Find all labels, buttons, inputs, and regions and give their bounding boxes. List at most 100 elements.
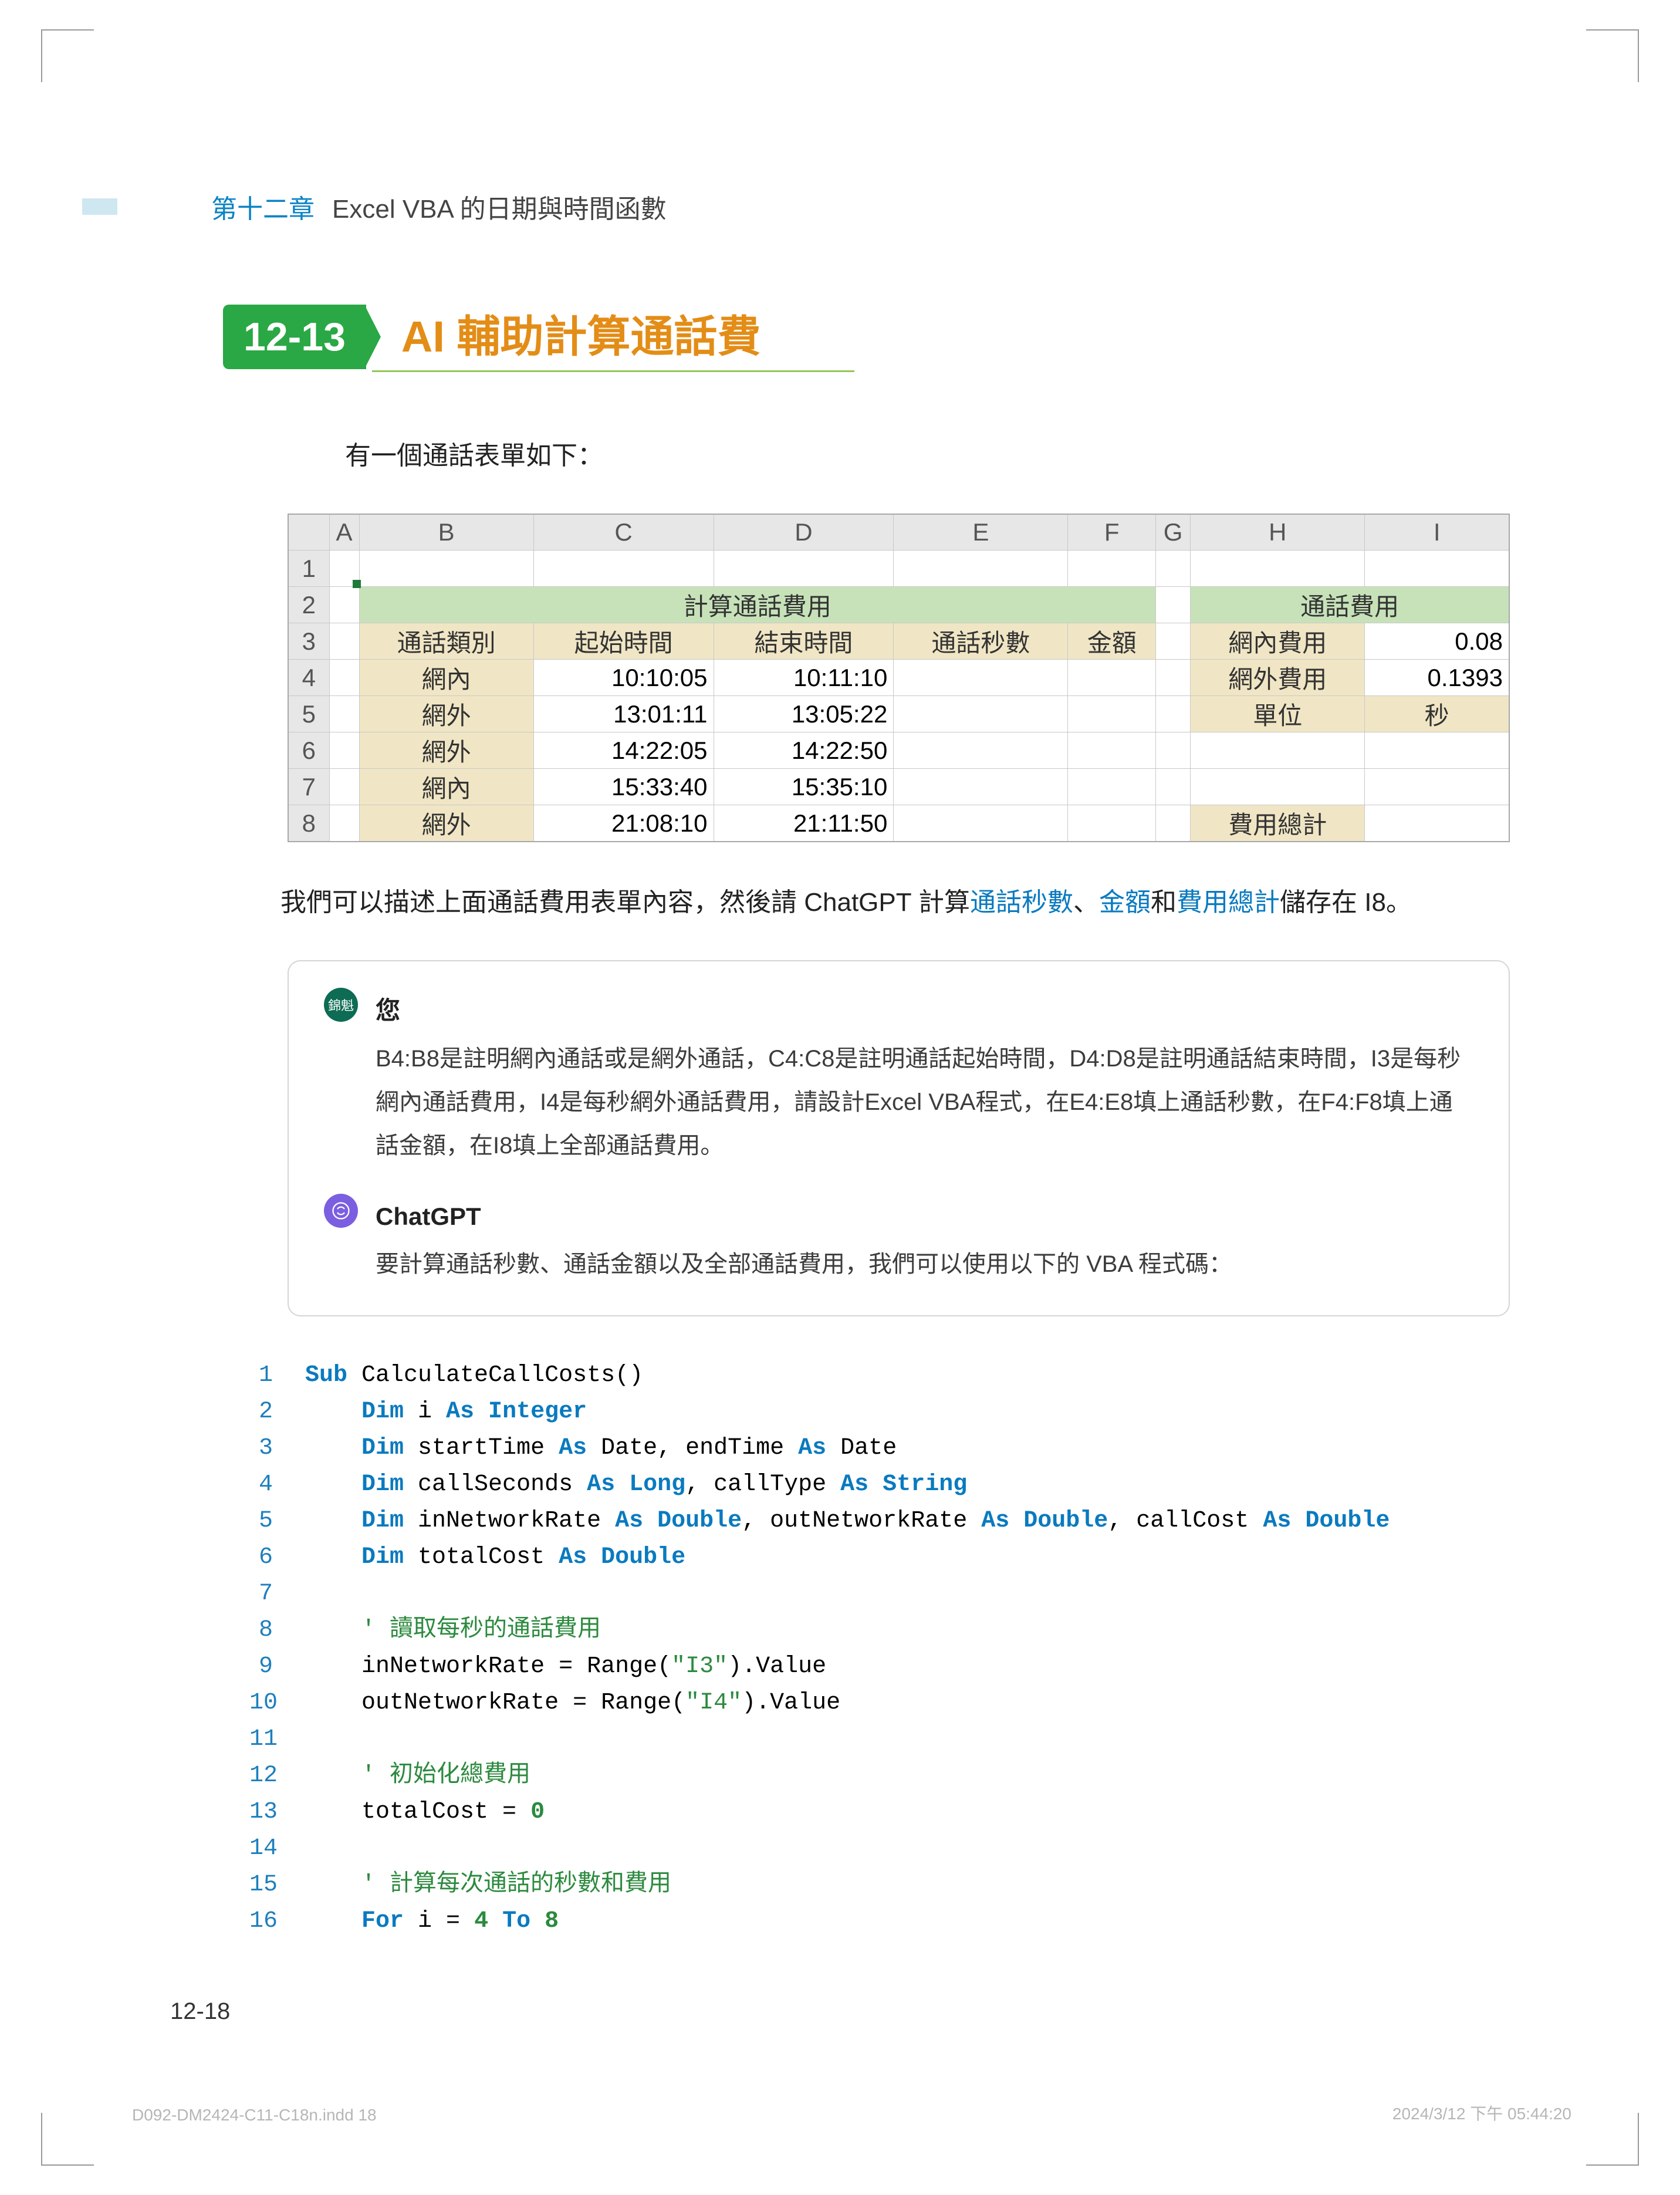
cell — [329, 551, 359, 587]
code-line: 13 totalCost = 0 — [249, 1794, 1510, 1831]
cell: 網內費用 — [1191, 623, 1365, 660]
row-hdr: 7 — [288, 769, 329, 805]
cell — [1191, 732, 1365, 769]
line-number: 4 — [249, 1467, 305, 1503]
col-hdr: G — [1155, 514, 1190, 551]
cell: 0.1393 — [1365, 660, 1509, 696]
cell — [359, 551, 533, 587]
link-text: 費用總計 — [1177, 888, 1280, 917]
cell — [894, 696, 1068, 732]
cell — [329, 660, 359, 696]
col-hdr: D — [714, 514, 894, 551]
cell — [1365, 805, 1509, 842]
cell — [1155, 732, 1190, 769]
line-number: 7 — [249, 1576, 305, 1612]
cell: 網外 — [359, 696, 533, 732]
gpt-message: ChatGPT 要計算通話秒數、通話金額以及全部通話費用，我們可以使用以下的 V… — [324, 1194, 1473, 1286]
code-text: totalCost = 0 — [305, 1794, 545, 1831]
footer-file: D092-DM2424-C11-C18n.indd 18 — [132, 2106, 377, 2125]
cell — [1155, 623, 1190, 660]
gpt-body: ChatGPT 要計算通話秒數、通話金額以及全部通話費用，我們可以使用以下的 V… — [376, 1194, 1473, 1286]
row-hdr: 1 — [288, 551, 329, 587]
cell — [329, 769, 359, 805]
cell: 15:35:10 — [714, 769, 894, 805]
para2: 我們可以描述上面通話費用表單內容，然後請 ChatGPT 計算通話秒數、金額和費… — [229, 877, 1486, 928]
line-number: 1 — [249, 1357, 305, 1394]
cell: 13:05:22 — [714, 696, 894, 732]
code-text: Sub CalculateCallCosts() — [305, 1357, 643, 1394]
cell — [894, 769, 1068, 805]
cell — [1365, 769, 1509, 805]
code-text: Dim startTime As Date, endTime As Date — [305, 1430, 897, 1467]
col-hdr: I — [1365, 514, 1509, 551]
merged-title: 計算通話費用 — [359, 587, 1155, 623]
intro-text: 有一個通話表單如下： — [293, 431, 1486, 481]
cell: 10:11:10 — [714, 660, 894, 696]
line-number: 5 — [249, 1503, 305, 1539]
chapter-number: 第十二章 — [211, 188, 315, 225]
code-text: ' 計算每次通話的秒數和費用 — [305, 1867, 671, 1903]
cell — [1068, 732, 1155, 769]
cell: 網外 — [359, 732, 533, 769]
col-hdr: C — [533, 514, 714, 551]
page-content: 第十二章 Excel VBA 的日期與時間函數 12-13 AI 輔助計算通話費… — [0, 0, 1680, 2195]
cell: 起始時間 — [533, 623, 714, 660]
user-label: 您 — [376, 988, 1473, 1034]
cell — [1155, 696, 1190, 732]
col-hdr: H — [1191, 514, 1365, 551]
cell: 金額 — [1068, 623, 1155, 660]
cell — [329, 587, 359, 623]
table-row: 5 網外 13:01:11 13:05:22 單位 秒 — [288, 696, 1509, 732]
cell: 14:22:50 — [714, 732, 894, 769]
code-line: 1Sub CalculateCallCosts() — [249, 1357, 1510, 1394]
code-line: 11 — [249, 1721, 1510, 1758]
table-row: 3 通話類別 起始時間 結束時間 通話秒數 金額 網內費用 0.08 — [288, 623, 1509, 660]
cell — [894, 732, 1068, 769]
table-row: 4 網內 10:10:05 10:11:10 網外費用 0.1393 — [288, 660, 1509, 696]
line-number: 8 — [249, 1612, 305, 1649]
cell — [329, 805, 359, 842]
cell — [1068, 769, 1155, 805]
chapter-header: 第十二章 Excel VBA 的日期與時間函數 — [82, 188, 1533, 225]
cell: 0.08 — [1365, 623, 1509, 660]
gpt-label: ChatGPT — [376, 1194, 1473, 1240]
code-text: ' 讀取每秒的通話費用 — [305, 1612, 601, 1649]
code-line: 2 Dim i As Integer — [249, 1394, 1510, 1430]
code-text: outNetworkRate = Range("I4").Value — [305, 1685, 840, 1721]
code-line: 8 ' 讀取每秒的通話費用 — [249, 1612, 1510, 1649]
line-number: 15 — [249, 1867, 305, 1903]
cell: 13:01:11 — [533, 696, 714, 732]
cell — [1365, 732, 1509, 769]
cell — [1068, 805, 1155, 842]
chat-card: 錦魁 您 B4:B8是註明網內通話或是網外通話，C4:C8是註明通話起始時間，D… — [288, 960, 1510, 1316]
col-header-row: A B C D E F G H I — [288, 514, 1509, 551]
cell — [1191, 769, 1365, 805]
col-hdr: A — [329, 514, 359, 551]
para-text: 我們可以描述上面通話費用表單內容，然後請 ChatGPT 計算 — [280, 888, 970, 917]
chapter-title: Excel VBA 的日期與時間函數 — [332, 188, 667, 225]
line-number: 13 — [249, 1794, 305, 1831]
cell — [894, 660, 1068, 696]
cell — [894, 551, 1068, 587]
row-hdr: 5 — [288, 696, 329, 732]
cell: 秒 — [1365, 696, 1509, 732]
cell: 網內 — [359, 660, 533, 696]
cell — [329, 696, 359, 732]
code-line: 10 outNetworkRate = Range("I4").Value — [249, 1685, 1510, 1721]
code-line: 5 Dim inNetworkRate As Double, outNetwor… — [249, 1503, 1510, 1539]
cell: 通話秒數 — [894, 623, 1068, 660]
user-message: 錦魁 您 B4:B8是註明網內通話或是網外通話，C4:C8是註明通話起始時間，D… — [324, 988, 1473, 1167]
excel-table: A B C D E F G H I 1 2 計算通話費用 通話費用 — [288, 514, 1510, 843]
cell: 通話類別 — [359, 623, 533, 660]
line-number: 14 — [249, 1831, 305, 1867]
gpt-avatar-icon — [324, 1194, 358, 1228]
cell — [1365, 551, 1509, 587]
cell — [714, 551, 894, 587]
row-hdr: 2 — [288, 587, 329, 623]
cell: 結束時間 — [714, 623, 894, 660]
code-text: Dim totalCost As Double — [305, 1539, 685, 1576]
code-text: Dim inNetworkRate As Double, outNetworkR… — [305, 1503, 1390, 1539]
code-line: 3 Dim startTime As Date, endTime As Date — [249, 1430, 1510, 1467]
code-line: 16 For i = 4 To 8 — [249, 1903, 1510, 1940]
cell — [1155, 587, 1190, 623]
